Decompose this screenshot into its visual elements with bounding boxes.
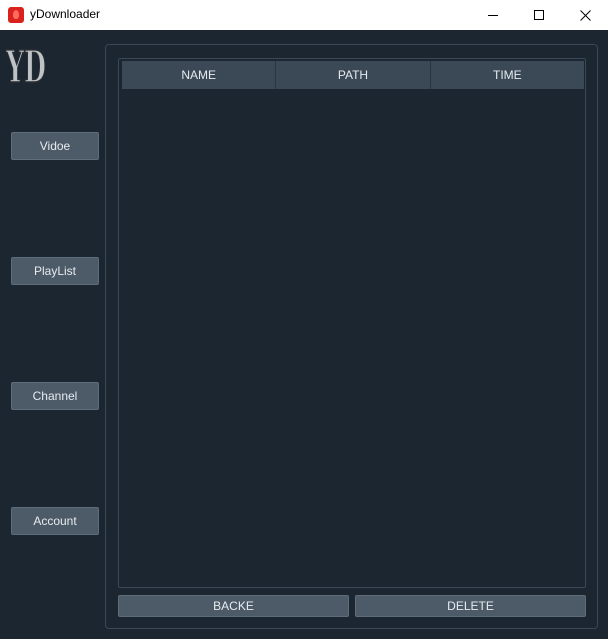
video-button-label: Vidoe [39, 139, 71, 153]
main-window: YD Vidoe PlayList Channel Account NAME P… [0, 30, 608, 639]
content-panel: NAME PATH TIME BACKE DELETE [105, 44, 598, 629]
logo-text: YD [6, 42, 46, 86]
video-button[interactable]: Vidoe [11, 132, 99, 160]
delete-button-label: DELETE [447, 599, 494, 613]
minimize-icon [488, 14, 498, 16]
close-icon [579, 9, 591, 21]
account-button-label: Account [33, 514, 77, 528]
title-bar: yDownloader [0, 0, 608, 30]
minimize-button[interactable] [470, 0, 516, 30]
yd-logo: YD [6, 41, 46, 86]
channel-button-label: Channel [32, 389, 78, 403]
delete-button[interactable]: DELETE [355, 595, 586, 617]
maximize-icon [534, 10, 544, 20]
close-button[interactable] [562, 0, 608, 30]
app-icon [8, 7, 24, 23]
window-title: yDownloader [30, 7, 101, 21]
account-button[interactable]: Account [11, 507, 99, 535]
channel-button[interactable]: Channel [11, 382, 99, 410]
maximize-button[interactable] [516, 0, 562, 30]
column-header-path[interactable]: PATH [276, 61, 431, 89]
column-header-name[interactable]: NAME [122, 61, 277, 89]
table-header: NAME PATH TIME [122, 61, 584, 89]
back-button[interactable]: BACKE [118, 595, 349, 617]
playlist-button-label: PlayList [33, 264, 77, 278]
back-button-label: BACKE [213, 599, 254, 613]
column-header-time[interactable]: TIME [431, 61, 584, 89]
downloads-table[interactable]: NAME PATH TIME [118, 58, 586, 588]
playlist-button[interactable]: PlayList [11, 257, 99, 285]
